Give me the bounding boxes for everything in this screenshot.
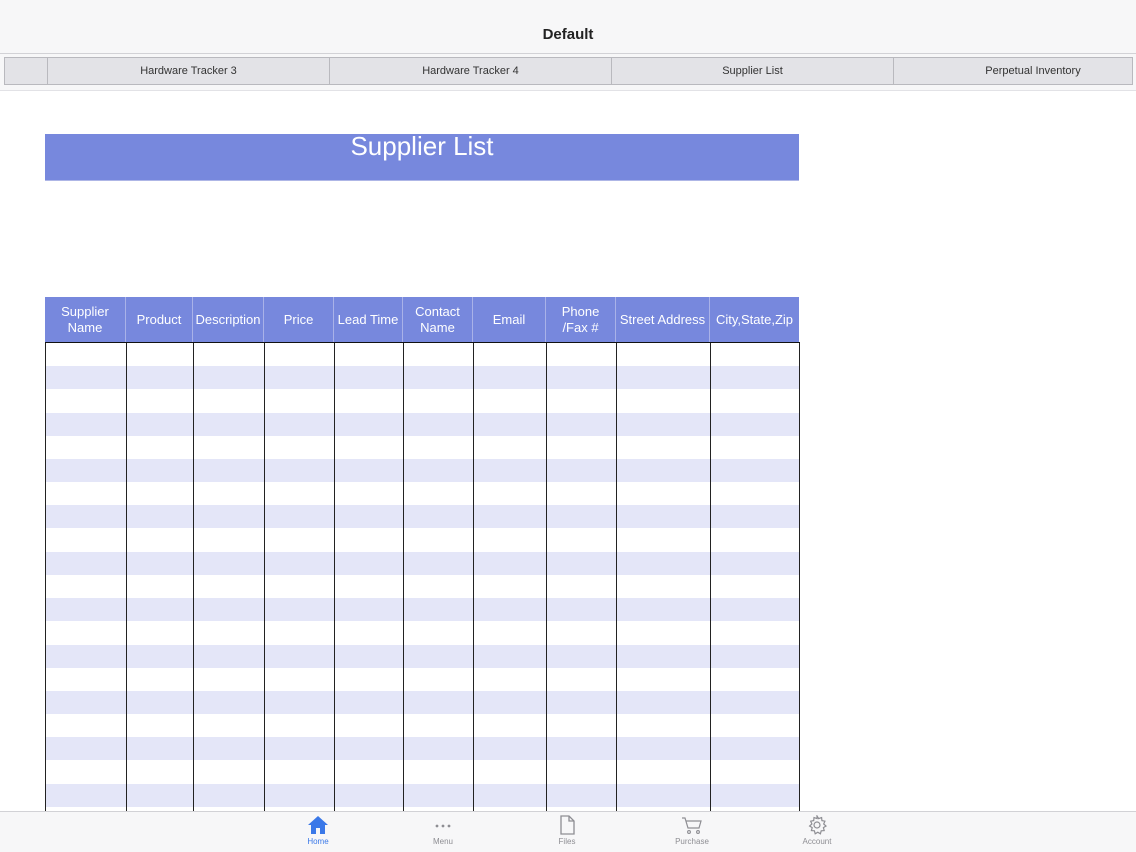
table-header-row: Supplier Name Product Description Price Lead…: [45, 297, 799, 342]
nav-label: Purchase: [675, 837, 709, 846]
nav-label: Home: [307, 837, 329, 846]
column-divider: [334, 343, 335, 811]
sheet-title-banner[interactable]: Supplier List: [45, 131, 799, 181]
title-bar: Default: [0, 0, 1136, 54]
supplier-table: Supplier Name Product Description Price Lead…: [45, 297, 800, 811]
app-root: Default Hardware Tracker 3 Hardware Trac…: [0, 0, 1136, 852]
table-row[interactable]: [45, 505, 799, 529]
sheet-tab-partial[interactable]: [4, 57, 48, 85]
nav-menu[interactable]: Menu: [398, 815, 488, 851]
gear-icon: [806, 815, 828, 835]
table-row[interactable]: [45, 575, 799, 598]
table-row[interactable]: [45, 783, 799, 807]
sheet-tab-perpetual-inventory[interactable]: Perpetual Inventory: [893, 57, 1133, 85]
column-header[interactable]: Street Address: [616, 297, 710, 342]
table-row[interactable]: [45, 482, 799, 505]
table-row[interactable]: [45, 714, 799, 737]
table-row[interactable]: [45, 343, 799, 366]
sheet-tab-label: Supplier List: [722, 65, 783, 77]
sheet-tab-supplier-list[interactable]: Supplier List: [611, 57, 894, 85]
column-header[interactable]: Product: [126, 297, 193, 342]
table-row[interactable]: [45, 459, 799, 482]
bottom-tab-bar: Home Menu Files Purchase Account: [0, 811, 1136, 852]
document-title: Default: [542, 26, 594, 43]
nav-label: Files: [558, 837, 576, 846]
column-header[interactable]: Price: [264, 297, 334, 342]
table-row[interactable]: [45, 551, 799, 575]
more-dots-icon: [432, 815, 454, 835]
column-divider: [126, 343, 127, 811]
column-divider: [799, 343, 800, 811]
column-header[interactable]: Lead Time: [334, 297, 403, 342]
column-divider: [473, 343, 474, 811]
table-row[interactable]: [45, 737, 799, 761]
table-row[interactable]: [45, 691, 799, 714]
sheet-tab-hardware-tracker-3[interactable]: Hardware Tracker 3: [47, 57, 330, 85]
table-row[interactable]: [45, 436, 799, 459]
sheet-tab-strip: Hardware Tracker 3 Hardware Tracker 4 Su…: [0, 54, 1136, 91]
column-header[interactable]: Contact Name: [403, 297, 473, 342]
sheet-tab-label: Perpetual Inventory: [985, 65, 1081, 77]
column-divider: [45, 343, 46, 811]
column-divider: [264, 343, 265, 811]
column-divider: [193, 343, 194, 811]
file-icon: [556, 815, 578, 835]
spreadsheet-canvas[interactable]: Supplier List Supplier Name Product Descri…: [0, 91, 1136, 811]
table-row[interactable]: [45, 529, 799, 552]
nav-account[interactable]: Account: [772, 815, 862, 851]
table-body[interactable]: [45, 342, 800, 811]
nav-purchase[interactable]: Purchase: [647, 815, 737, 851]
table-row[interactable]: [45, 644, 799, 668]
table-row[interactable]: [45, 668, 799, 691]
cart-icon: [681, 815, 703, 835]
table-row[interactable]: [45, 389, 799, 412]
column-divider: [710, 343, 711, 811]
column-header[interactable]: Supplier Name: [45, 297, 126, 342]
table-row[interactable]: [45, 621, 799, 644]
sheet-tab-label: Hardware Tracker 3: [140, 65, 237, 77]
table-row[interactable]: [45, 366, 799, 390]
nav-files[interactable]: Files: [522, 815, 612, 851]
nav-label: Menu: [432, 837, 453, 846]
column-divider: [616, 343, 617, 811]
sheet-tab-label: Hardware Tracker 4: [422, 65, 519, 77]
nav-label: Account: [802, 837, 832, 846]
column-header[interactable]: Email: [473, 297, 546, 342]
table-row[interactable]: [45, 412, 799, 436]
table-row[interactable]: [45, 761, 799, 784]
home-icon: [307, 815, 329, 835]
column-divider: [546, 343, 547, 811]
nav-home[interactable]: Home: [273, 815, 363, 851]
table-row[interactable]: [45, 598, 799, 622]
column-header[interactable]: City,State,Zip: [710, 297, 799, 342]
column-divider: [403, 343, 404, 811]
sheet-tab-hardware-tracker-4[interactable]: Hardware Tracker 4: [329, 57, 612, 85]
column-header[interactable]: Description: [193, 297, 264, 342]
sheet-title: Supplier List: [350, 131, 494, 161]
column-header[interactable]: Phone /Fax #: [546, 297, 616, 342]
